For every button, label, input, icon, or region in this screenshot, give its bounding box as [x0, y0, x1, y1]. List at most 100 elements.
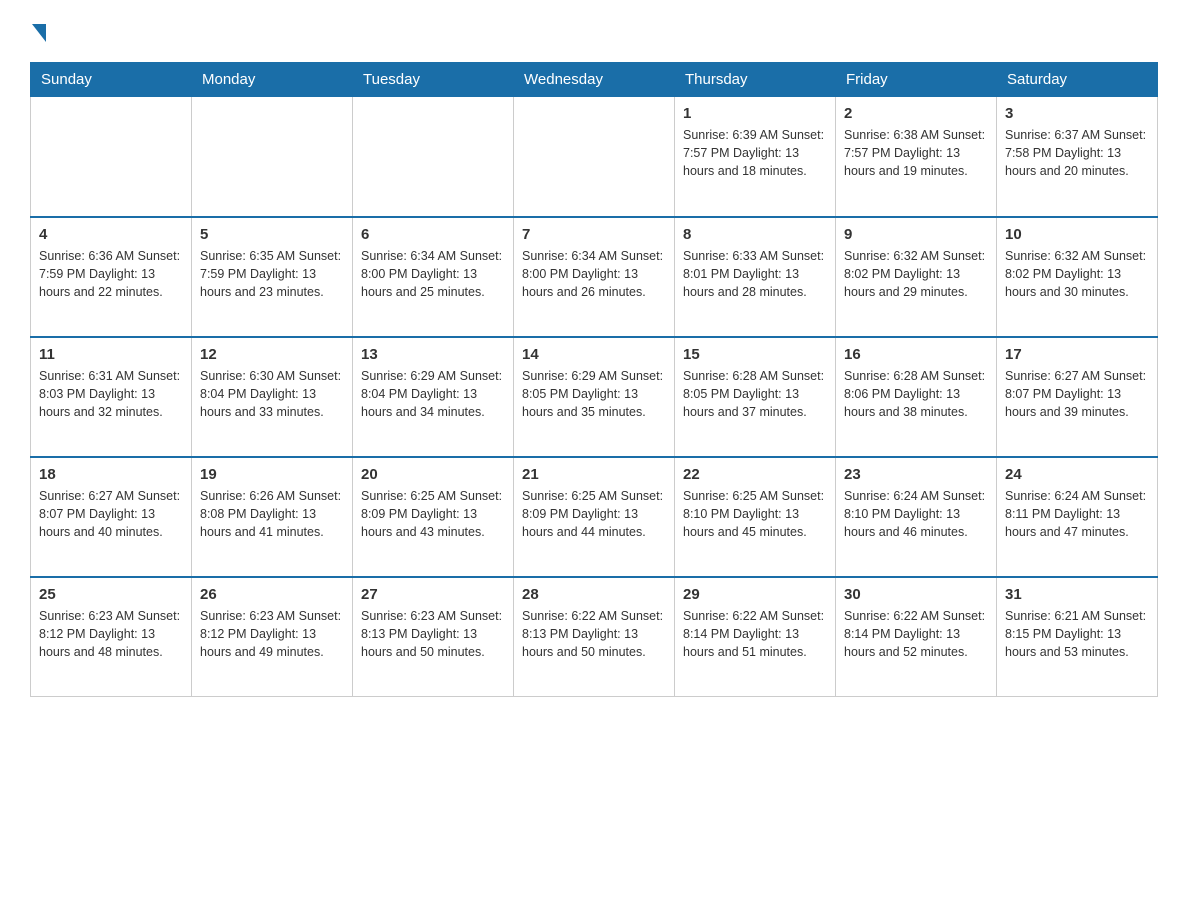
calendar-cell: 24Sunrise: 6:24 AM Sunset: 8:11 PM Dayli… — [997, 457, 1158, 577]
day-number: 11 — [39, 344, 183, 365]
day-number: 12 — [200, 344, 344, 365]
calendar-cell: 14Sunrise: 6:29 AM Sunset: 8:05 PM Dayli… — [514, 337, 675, 457]
day-number: 22 — [683, 464, 827, 485]
day-number: 20 — [361, 464, 505, 485]
calendar-cell: 1Sunrise: 6:39 AM Sunset: 7:57 PM Daylig… — [675, 97, 836, 217]
calendar-cell: 10Sunrise: 6:32 AM Sunset: 8:02 PM Dayli… — [997, 217, 1158, 337]
calendar-cell: 13Sunrise: 6:29 AM Sunset: 8:04 PM Dayli… — [353, 337, 514, 457]
calendar-cell: 7Sunrise: 6:34 AM Sunset: 8:00 PM Daylig… — [514, 217, 675, 337]
day-info: Sunrise: 6:34 AM Sunset: 8:00 PM Dayligh… — [522, 247, 666, 301]
day-info: Sunrise: 6:30 AM Sunset: 8:04 PM Dayligh… — [200, 367, 344, 421]
day-number: 2 — [844, 103, 988, 124]
day-info: Sunrise: 6:25 AM Sunset: 8:10 PM Dayligh… — [683, 487, 827, 541]
day-header-thursday: Thursday — [675, 63, 836, 97]
day-number: 30 — [844, 584, 988, 605]
calendar-cell: 17Sunrise: 6:27 AM Sunset: 8:07 PM Dayli… — [997, 337, 1158, 457]
day-number: 6 — [361, 224, 505, 245]
calendar-cell: 6Sunrise: 6:34 AM Sunset: 8:00 PM Daylig… — [353, 217, 514, 337]
calendar-cell: 22Sunrise: 6:25 AM Sunset: 8:10 PM Dayli… — [675, 457, 836, 577]
day-info: Sunrise: 6:31 AM Sunset: 8:03 PM Dayligh… — [39, 367, 183, 421]
day-number: 31 — [1005, 584, 1149, 605]
day-number: 7 — [522, 224, 666, 245]
day-info: Sunrise: 6:23 AM Sunset: 8:13 PM Dayligh… — [361, 607, 505, 661]
day-header-friday: Friday — [836, 63, 997, 97]
day-info: Sunrise: 6:22 AM Sunset: 8:14 PM Dayligh… — [683, 607, 827, 661]
calendar-cell: 5Sunrise: 6:35 AM Sunset: 7:59 PM Daylig… — [192, 217, 353, 337]
calendar-cell — [353, 97, 514, 217]
calendar-cell: 27Sunrise: 6:23 AM Sunset: 8:13 PM Dayli… — [353, 577, 514, 697]
calendar-week-row: 25 Sunrise: 6:23 AM Sunset: 8:12 PM Dayli… — [31, 577, 1158, 697]
page-header — [30, 20, 1158, 42]
day-info: Sunrise: 6:29 AM Sunset: 8:04 PM Dayligh… — [361, 367, 505, 421]
day-info: Sunrise: 6:38 AM Sunset: 7:57 PM Dayligh… — [844, 126, 988, 180]
day-number: 3 — [1005, 103, 1149, 124]
calendar-cell: 19Sunrise: 6:26 AM Sunset: 8:08 PM Dayli… — [192, 457, 353, 577]
day-number: 18 — [39, 464, 183, 485]
day-header-saturday: Saturday — [997, 63, 1158, 97]
day-info: Sunrise: 6:37 AM Sunset: 7:58 PM Dayligh… — [1005, 126, 1149, 180]
day-info: Sunrise: 6:34 AM Sunset: 8:00 PM Dayligh… — [361, 247, 505, 301]
calendar-cell: 16Sunrise: 6:28 AM Sunset: 8:06 PM Dayli… — [836, 337, 997, 457]
calendar-cell: 20Sunrise: 6:25 AM Sunset: 8:09 PM Dayli… — [353, 457, 514, 577]
calendar-header-row: SundayMondayTuesdayWednesdayThursdayFrid… — [31, 63, 1158, 97]
calendar-cell: 21Sunrise: 6:25 AM Sunset: 8:09 PM Dayli… — [514, 457, 675, 577]
calendar-cell — [31, 97, 192, 217]
calendar-week-row: 11Sunrise: 6:31 AM Sunset: 8:03 PM Dayli… — [31, 337, 1158, 457]
calendar-cell: 29Sunrise: 6:22 AM Sunset: 8:14 PM Dayli… — [675, 577, 836, 697]
day-info: Sunrise: 6:28 AM Sunset: 8:05 PM Dayligh… — [683, 367, 827, 421]
day-number: 29 — [683, 584, 827, 605]
day-number: 27 — [361, 584, 505, 605]
calendar-cell: 9Sunrise: 6:32 AM Sunset: 8:02 PM Daylig… — [836, 217, 997, 337]
calendar-cell: 26Sunrise: 6:23 AM Sunset: 8:12 PM Dayli… — [192, 577, 353, 697]
day-number: 9 — [844, 224, 988, 245]
day-header-sunday: Sunday — [31, 63, 192, 97]
day-number: 8 — [683, 224, 827, 245]
calendar-cell: 15Sunrise: 6:28 AM Sunset: 8:05 PM Dayli… — [675, 337, 836, 457]
day-number: 28 — [522, 584, 666, 605]
day-number: 24 — [1005, 464, 1149, 485]
calendar-cell: 12Sunrise: 6:30 AM Sunset: 8:04 PM Dayli… — [192, 337, 353, 457]
day-number: 13 — [361, 344, 505, 365]
day-info: Sunrise: 6:22 AM Sunset: 8:13 PM Dayligh… — [522, 607, 666, 661]
day-number: 10 — [1005, 224, 1149, 245]
day-number: 1 — [683, 103, 827, 124]
day-info: Sunrise: 6:24 AM Sunset: 8:11 PM Dayligh… — [1005, 487, 1149, 541]
calendar-week-row: 4Sunrise: 6:36 AM Sunset: 7:59 PM Daylig… — [31, 217, 1158, 337]
day-number: 23 — [844, 464, 988, 485]
day-info: Sunrise: 6:25 AM Sunset: 8:09 PM Dayligh… — [361, 487, 505, 541]
day-info: Sunrise: 6:26 AM Sunset: 8:08 PM Dayligh… — [200, 487, 344, 541]
calendar-cell: 31Sunrise: 6:21 AM Sunset: 8:15 PM Dayli… — [997, 577, 1158, 697]
calendar-table: SundayMondayTuesdayWednesdayThursdayFrid… — [30, 62, 1158, 697]
day-number: 5 — [200, 224, 344, 245]
day-info: Sunrise: 6:32 AM Sunset: 8:02 PM Dayligh… — [1005, 247, 1149, 301]
calendar-cell: 11Sunrise: 6:31 AM Sunset: 8:03 PM Dayli… — [31, 337, 192, 457]
day-info: Sunrise: 6:29 AM Sunset: 8:05 PM Dayligh… — [522, 367, 666, 421]
calendar-cell: 23Sunrise: 6:24 AM Sunset: 8:10 PM Dayli… — [836, 457, 997, 577]
calendar-cell: 28Sunrise: 6:22 AM Sunset: 8:13 PM Dayli… — [514, 577, 675, 697]
logo — [30, 20, 46, 42]
day-info: Sunrise: 6:22 AM Sunset: 8:14 PM Dayligh… — [844, 607, 988, 661]
calendar-week-row: 1Sunrise: 6:39 AM Sunset: 7:57 PM Daylig… — [31, 97, 1158, 217]
calendar-cell — [514, 97, 675, 217]
calendar-cell: 3Sunrise: 6:37 AM Sunset: 7:58 PM Daylig… — [997, 97, 1158, 217]
day-header-wednesday: Wednesday — [514, 63, 675, 97]
day-number: 21 — [522, 464, 666, 485]
day-number: 17 — [1005, 344, 1149, 365]
day-number: 19 — [200, 464, 344, 485]
day-number: 26 — [200, 584, 344, 605]
day-number: 16 — [844, 344, 988, 365]
calendar-cell: 30Sunrise: 6:22 AM Sunset: 8:14 PM Dayli… — [836, 577, 997, 697]
day-info: Sunrise: 6:23 AM Sunset: 8:12 PM Dayligh… — [200, 607, 344, 661]
day-info: Sunrise: 6:36 AM Sunset: 7:59 PM Dayligh… — [39, 247, 183, 301]
calendar-cell — [192, 97, 353, 217]
day-number: 4 — [39, 224, 183, 245]
logo-triangle-icon — [32, 24, 46, 42]
calendar-cell: 8Sunrise: 6:33 AM Sunset: 8:01 PM Daylig… — [675, 217, 836, 337]
calendar-cell: 25Sunrise: 6:23 AM Sunset: 8:12 PM Dayli… — [31, 577, 192, 697]
day-number: 25 — [39, 584, 183, 605]
day-info: Sunrise: 6:27 AM Sunset: 8:07 PM Dayligh… — [39, 487, 183, 541]
day-info: Sunrise: 6:39 AM Sunset: 7:57 PM Dayligh… — [683, 126, 827, 180]
calendar-cell: 4Sunrise: 6:36 AM Sunset: 7:59 PM Daylig… — [31, 217, 192, 337]
day-number: 15 — [683, 344, 827, 365]
calendar-cell: 2Sunrise: 6:38 AM Sunset: 7:57 PM Daylig… — [836, 97, 997, 217]
